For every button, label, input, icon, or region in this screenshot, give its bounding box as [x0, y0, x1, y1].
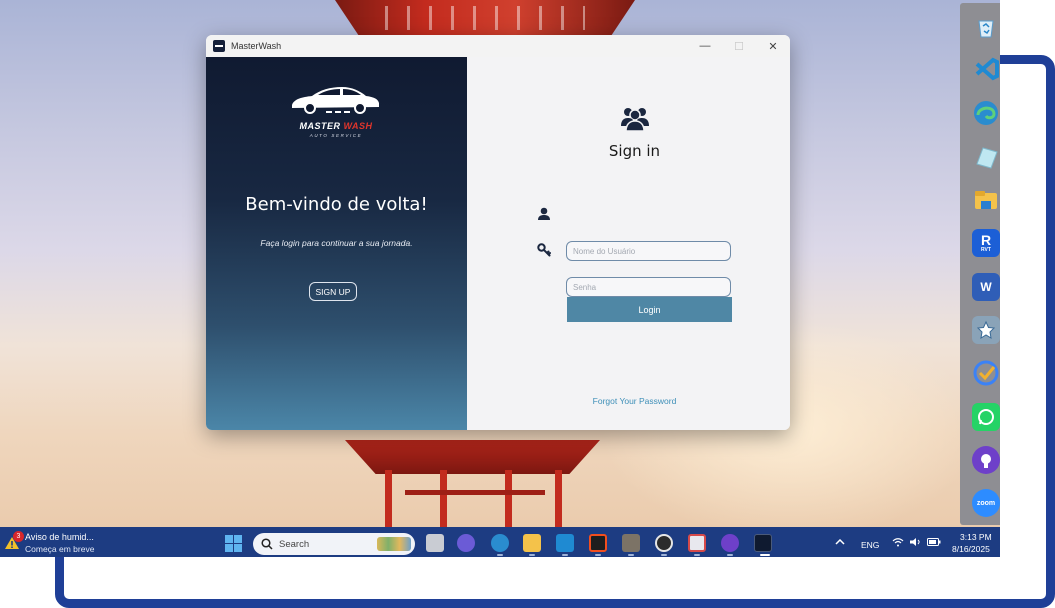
- teams-chat-icon[interactable]: [457, 534, 475, 552]
- task-view-icon[interactable]: [426, 534, 444, 552]
- maximize-button[interactable]: ☐: [722, 35, 756, 57]
- gimp-icon[interactable]: [622, 534, 640, 552]
- brand-tagline: AUTO SERVICE: [309, 133, 363, 138]
- car-icon: [292, 87, 379, 114]
- clock-date[interactable]: 8/16/2025: [952, 544, 990, 554]
- brand-name: MASTER WASH: [299, 121, 373, 131]
- tower-deck: [345, 440, 600, 474]
- weather-widget[interactable]: 3 Aviso de humid... Começa em breve: [4, 531, 124, 555]
- wifi-icon[interactable]: [892, 537, 904, 547]
- github-icon[interactable]: [972, 446, 1000, 474]
- tower-leg: [505, 470, 512, 527]
- search-icon: [261, 538, 273, 550]
- welcome-subtitle: Faça login para continuar a sua jornada.: [260, 238, 413, 248]
- tower-leg: [440, 470, 447, 527]
- minimize-button[interactable]: —: [688, 35, 722, 57]
- windows-start-icon[interactable]: [225, 535, 242, 552]
- tower-top-stripes: [385, 6, 585, 30]
- welcome-title: Bem-vindo de volta!: [245, 194, 428, 215]
- file-explorer-icon[interactable]: [972, 186, 1000, 214]
- tower-leg: [385, 470, 392, 527]
- app-dock: R RVT W zoom: [960, 3, 1000, 525]
- chevron-up-icon[interactable]: [835, 539, 845, 545]
- users-group-icon: [621, 108, 649, 132]
- weather-title: Aviso de humid...: [25, 532, 94, 542]
- forgot-password-link[interactable]: Forgot Your Password: [467, 396, 790, 406]
- language-indicator[interactable]: ENG: [861, 540, 879, 550]
- sign-in-panel: Sign in Login Forgot Your Password: [467, 57, 790, 430]
- title-bar[interactable]: MasterWash — ☐ ✕: [206, 35, 790, 57]
- desktop: MasterWash — ☐ ✕ MASTER WASH AUTO SERVIC…: [0, 0, 1000, 557]
- masterwash-logo: MASTER WASH AUTO SERVICE: [286, 81, 386, 151]
- welcome-panel: MASTER WASH AUTO SERVICE Bem-vindo de vo…: [206, 57, 467, 430]
- window-title: MasterWash: [231, 41, 282, 51]
- sign-in-title: Sign in: [608, 142, 661, 160]
- username-input[interactable]: [566, 241, 731, 261]
- masterwash-window: MasterWash — ☐ ✕ MASTER WASH AUTO SERVIC…: [206, 35, 790, 430]
- revit-icon[interactable]: R RVT: [972, 229, 1000, 257]
- key-icon: [537, 243, 551, 257]
- tower-leg: [555, 470, 562, 527]
- zoom-icon[interactable]: zoom: [972, 489, 1000, 517]
- snipping-tool-icon[interactable]: [688, 534, 706, 552]
- file-explorer-taskbar-icon[interactable]: [523, 534, 541, 552]
- taskbar: 3 Aviso de humid... Começa em breve Sear…: [0, 527, 1000, 557]
- taskbar-search[interactable]: Search: [253, 533, 415, 555]
- checkmark-app-icon[interactable]: [972, 359, 1000, 387]
- battery-icon[interactable]: [927, 538, 941, 546]
- volume-icon[interactable]: [909, 537, 921, 547]
- app-icon: [213, 40, 225, 52]
- user-icon: [538, 207, 550, 220]
- tower-bar: [405, 490, 545, 495]
- word-icon[interactable]: W: [972, 273, 1000, 301]
- sign-up-button[interactable]: SIGN UP: [309, 282, 357, 301]
- tower-base: [345, 430, 600, 527]
- whatsapp-icon[interactable]: [972, 403, 1000, 431]
- edge-taskbar-icon[interactable]: [491, 534, 509, 552]
- media-player-icon[interactable]: [655, 534, 673, 552]
- masterwash-taskbar-icon[interactable]: [754, 534, 772, 552]
- notification-badge: 3: [13, 531, 24, 542]
- close-button[interactable]: ✕: [756, 35, 790, 57]
- github-desktop-icon[interactable]: [721, 534, 739, 552]
- password-input[interactable]: [566, 277, 731, 297]
- favorites-icon[interactable]: [972, 316, 1000, 344]
- clock-time[interactable]: 3:13 PM: [960, 532, 992, 542]
- login-button[interactable]: Login: [567, 297, 732, 322]
- search-label: Search: [279, 538, 310, 550]
- figma-icon[interactable]: [589, 534, 607, 552]
- vscode-taskbar-icon[interactable]: [556, 534, 574, 552]
- search-highlight-image: [377, 537, 411, 551]
- glass-app-icon[interactable]: [972, 143, 1000, 171]
- edge-icon[interactable]: [972, 99, 1000, 127]
- recycle-bin-icon[interactable]: [972, 13, 1000, 41]
- weather-subtitle: Começa em breve: [25, 544, 95, 554]
- vscode-icon[interactable]: [972, 55, 1000, 83]
